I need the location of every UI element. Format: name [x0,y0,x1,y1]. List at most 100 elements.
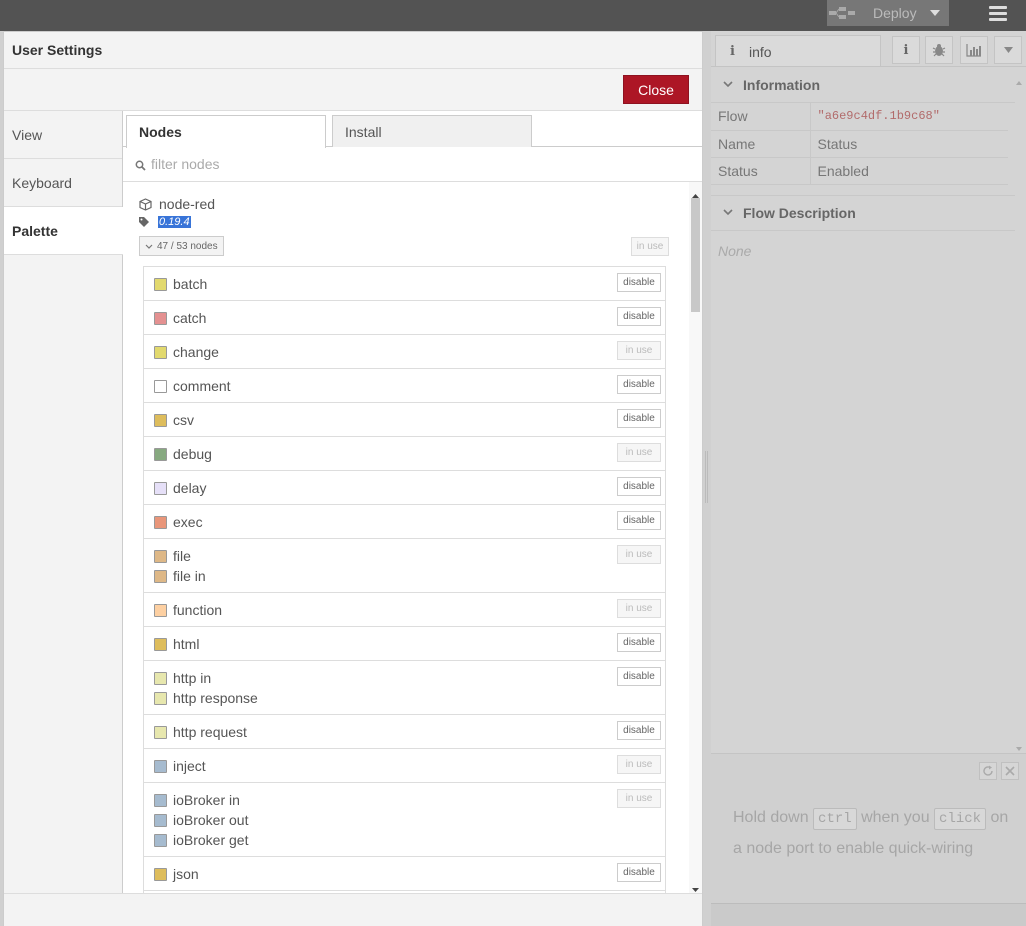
node-color-swatch [154,691,167,705]
node-name: http in [173,670,212,686]
disable-button[interactable]: disable [617,307,661,326]
sidebar-info-button[interactable]: i [892,36,920,64]
information-section-header[interactable]: Information [711,67,1015,103]
dialog-body: View Keyboard Palette Nodes Install filt… [4,111,702,893]
dialog-title: User Settings [4,32,702,69]
tag-icon [139,217,149,227]
node-set-row: batch disable [144,267,665,301]
disable-button[interactable]: disable [617,273,661,292]
sidebar-debug-button[interactable] [925,36,953,64]
node-name: change [173,344,219,360]
sidebar-tabs-menu-button[interactable] [994,36,1022,64]
node-set-row: function in use [144,593,665,627]
sidebar-tab-label: info [748,43,772,60]
node-set-row: change in use [144,335,665,369]
sidebar-dashboard-button[interactable] [960,36,988,64]
node-color-swatch [154,515,167,529]
disable-button[interactable]: disable [617,511,661,530]
node-set-list: batch disable catch disable change in use comm… [143,266,666,893]
node-color-swatch [154,671,167,685]
close-tips-icon[interactable] [1001,762,1019,780]
scroll-down-arrow-icon[interactable] [1016,739,1022,751]
node-name: batch [173,276,208,292]
deploy-button[interactable]: Deploy [827,0,949,26]
node-set-row: comment disable [144,369,665,403]
info-value: "a6e9c4df.1b9c68" [810,103,1008,131]
disable-button[interactable]: disable [617,667,661,686]
disable-button[interactable]: disable [617,721,661,740]
node-entry: json [154,864,665,884]
settings-nav-view[interactable]: View [4,111,122,159]
info-key: Name [711,130,811,158]
node-set-row: debug in use [144,437,665,471]
node-set-row: http request disable [144,715,665,749]
settings-nav-palette[interactable]: Palette [4,207,123,255]
chevron-down-icon [145,242,153,250]
filter-nodes-input[interactable] [151,156,651,172]
scroll-up-arrow-icon[interactable] [1016,73,1022,85]
node-name: file in [173,568,206,584]
module-name: node-red [159,196,216,212]
disable-button[interactable]: disable [617,477,661,496]
info-value: Enabled [810,157,1008,185]
sidebar-splitter[interactable] [703,31,711,926]
info-sidebar: i info i Information Flow "a6e9c4df.1b9c… [711,31,1026,926]
node-color-swatch [154,637,167,651]
node-set-row: ioBroker in ioBroker out ioBroker get in us… [144,783,665,857]
close-button[interactable]: Close [623,75,689,104]
node-entry: catch [154,308,665,328]
filter-bar [123,147,702,182]
disable-button[interactable]: disable [617,863,661,882]
header-bar: Deploy [0,0,1026,31]
info-value: Status [810,130,1008,158]
node-name: ioBroker in [173,792,240,808]
node-name: http request [173,724,247,740]
node-name: catch [173,310,207,326]
hamburger-menu-icon[interactable] [984,0,1012,26]
search-icon [135,158,147,171]
node-entry: http in [154,668,665,688]
in-use-badge: in use [617,341,661,360]
flow-info-table: Flow "a6e9c4df.1b9c68" Name Status Statu… [711,103,1008,185]
node-name: html [173,636,200,652]
node-entry: delay [154,478,665,498]
sidebar-footer [711,903,1026,926]
module-node-count-toggle[interactable]: 47 / 53 nodes [139,236,224,256]
kbd-click: click [934,808,987,830]
tab-nodes[interactable]: Nodes [126,115,326,148]
module-version: 0.19.4 [158,216,191,228]
node-color-swatch [154,833,167,847]
scrollbar-thumb[interactable] [691,198,700,312]
disable-button[interactable]: disable [617,633,661,652]
disable-button[interactable]: disable [617,375,661,394]
node-set-row: delay disable [144,471,665,505]
chart-icon [966,44,981,57]
node-color-swatch [154,603,167,617]
table-row: Name Status [711,130,1008,158]
disable-button[interactable]: disable [617,409,661,428]
node-color-swatch [154,413,167,427]
refresh-tip-icon[interactable] [979,762,997,780]
caret-down-icon[interactable] [927,6,943,20]
node-name: comment [173,378,231,394]
node-entry: file [154,546,665,566]
tips-panel: Hold down ctrl when you click on a node … [711,753,1026,903]
node-entry: exec [154,512,665,532]
in-use-badge: in use [617,755,661,774]
sidebar-tab-info[interactable]: i info [715,35,881,67]
palette-scrollbar[interactable] [689,182,702,893]
flow-description-text: None [718,242,752,259]
info-key: Status [711,157,811,185]
tab-install[interactable]: Install [332,115,532,147]
chevron-down-icon [723,208,733,218]
module-header: node-red 0.19.4 [139,196,215,228]
node-entry: http response [154,688,665,708]
scroll-up-arrow-icon[interactable] [692,186,699,198]
settings-nav-keyboard[interactable]: Keyboard [4,159,122,207]
scroll-down-arrow-icon[interactable] [692,880,699,892]
node-set-row: http in http response disable [144,661,665,715]
node-set-row: exec disable [144,505,665,539]
info-key: Flow [711,103,811,131]
flow-description-section-header[interactable]: Flow Description [711,194,1015,231]
deploy-flow-icon [827,0,857,26]
